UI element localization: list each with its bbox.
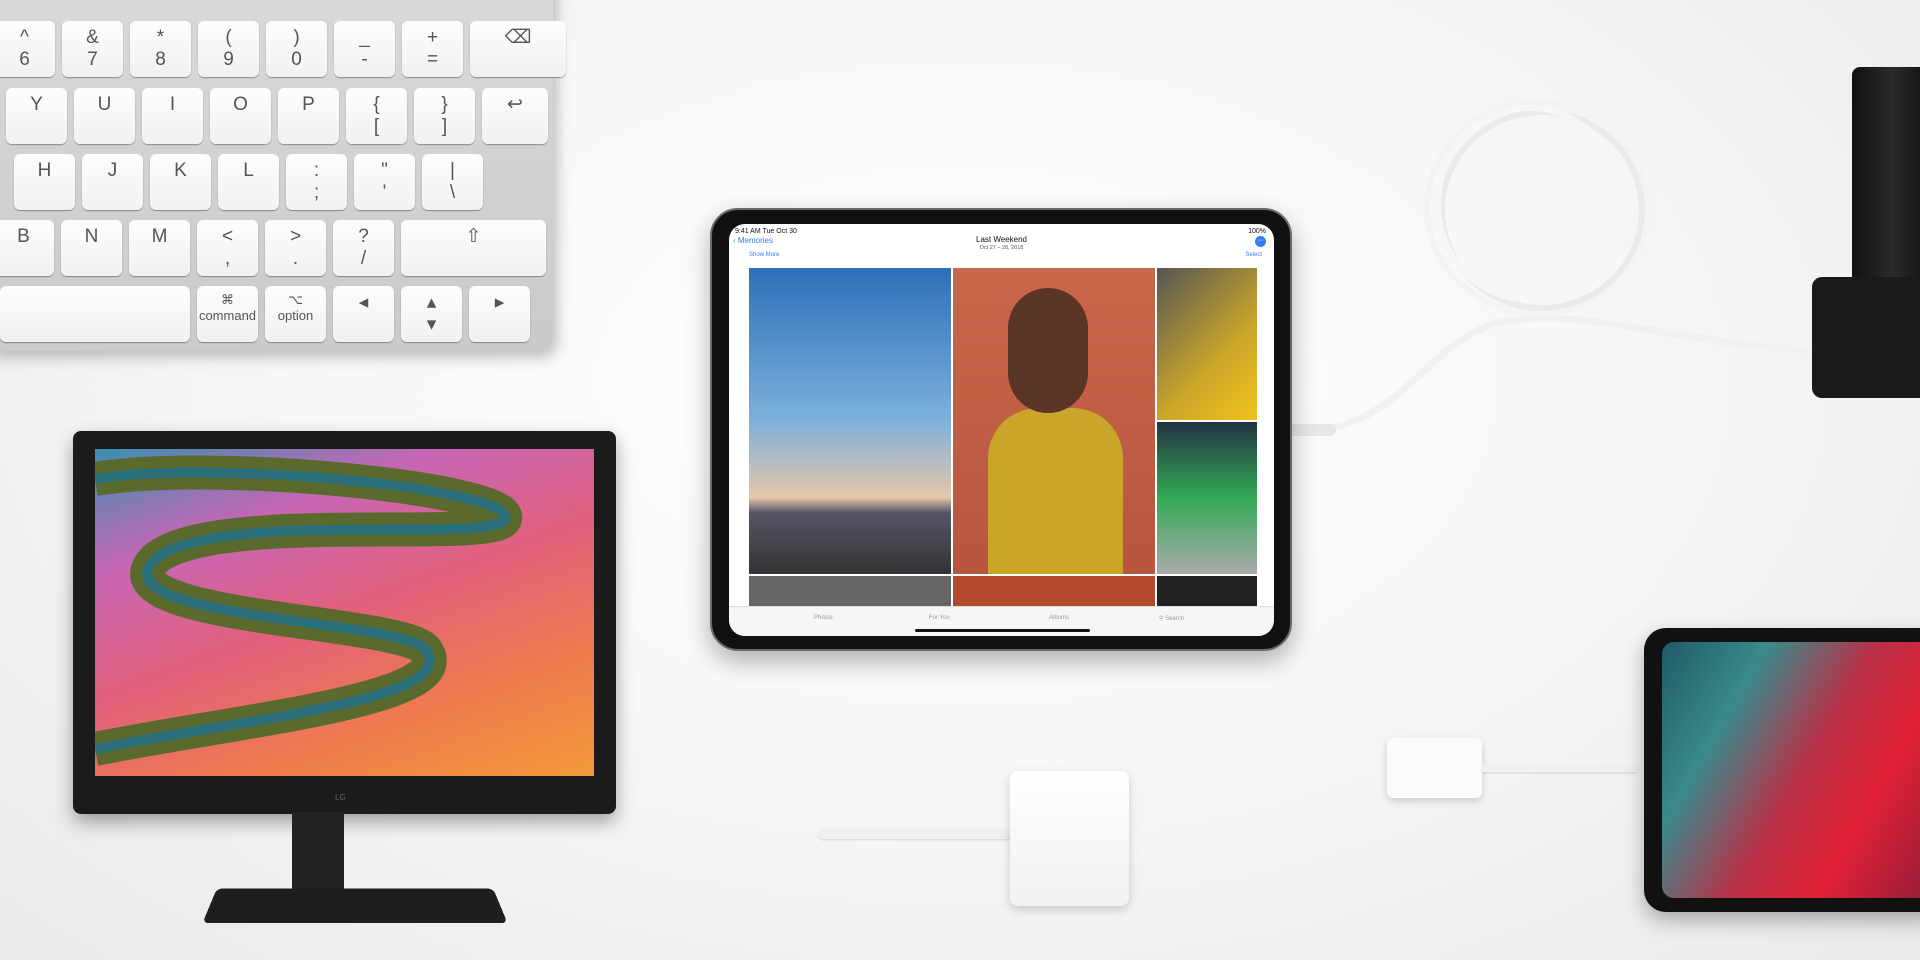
- key[interactable]: & 7: [62, 21, 123, 77]
- key[interactable]: B: [0, 220, 54, 276]
- key[interactable]: U: [74, 88, 135, 144]
- tab-search[interactable]: ⚲ Search: [1159, 615, 1184, 622]
- more-icon[interactable]: ···: [1255, 236, 1266, 247]
- key[interactable]: H: [14, 154, 75, 210]
- ipad-screen: 9:41 AM Tue Oct 30 100% ‹ Memories Last …: [729, 224, 1274, 636]
- monitor-screen-wallpaper: [95, 449, 594, 776]
- ipad-pro: 9:41 AM Tue Oct 30 100% ‹ Memories Last …: [710, 208, 1292, 651]
- page-subtitle: Oct 27 – 28, 2018: [979, 245, 1024, 251]
- photo-yellow-car[interactable]: [1157, 268, 1257, 420]
- tab-photos[interactable]: Photos: [814, 615, 833, 621]
- key[interactable]: | \: [422, 154, 483, 210]
- key[interactable]: M: [129, 220, 190, 276]
- key[interactable]: > .: [265, 220, 326, 276]
- key[interactable]: [0, 286, 190, 342]
- key[interactable]: N: [61, 220, 122, 276]
- tab-for-you[interactable]: For You: [929, 615, 950, 621]
- key[interactable]: _ -: [334, 21, 395, 77]
- key[interactable]: ↩: [482, 88, 548, 144]
- photo-wall-plants[interactable]: [1157, 422, 1257, 574]
- key[interactable]: { [: [346, 88, 407, 144]
- photo-city-sky[interactable]: [749, 268, 951, 574]
- adapter-cable: [818, 829, 1013, 839]
- key[interactable]: ) 0: [266, 21, 327, 77]
- key[interactable]: ⌫: [470, 21, 566, 77]
- photo-thumb[interactable]: [953, 576, 1155, 606]
- tab-albums[interactable]: Albums: [1049, 615, 1069, 621]
- page-title: Last Weekend: [976, 235, 1027, 244]
- key[interactable]: P: [278, 88, 339, 144]
- key[interactable]: O: [210, 88, 271, 144]
- key[interactable]: ⌘ command: [197, 286, 258, 342]
- key[interactable]: ▸: [469, 286, 530, 342]
- key[interactable]: ◂: [333, 286, 394, 342]
- usb-c-digital-av-adapter: [1010, 771, 1129, 906]
- ipad-wallpaper: [1662, 642, 1920, 898]
- keyboard: ^ 6 & 7 * 8( 9) 0 _ - + = ⌫ Y U I O P{ [} ] ↩ H J K L: …: [0, 0, 566, 351]
- key[interactable]: I: [142, 88, 203, 144]
- key[interactable]: J: [82, 154, 143, 210]
- key[interactable]: L: [218, 154, 279, 210]
- key[interactable]: ? /: [333, 220, 394, 276]
- camera: [1812, 67, 1920, 398]
- ipad-pro-secondary: [1644, 628, 1920, 912]
- key[interactable]: Y: [6, 88, 67, 144]
- tab-bar: Photos For You Albums ⚲ Search: [729, 606, 1274, 636]
- key[interactable]: ^ 6: [0, 21, 55, 77]
- select-button[interactable]: Select: [1245, 252, 1262, 258]
- photo-thumb[interactable]: [749, 576, 951, 606]
- status-battery: 100%: [1248, 228, 1266, 235]
- key[interactable]: ( 9: [198, 21, 259, 77]
- key[interactable]: " ': [354, 154, 415, 210]
- photo-woman-portrait[interactable]: [953, 268, 1155, 574]
- key[interactable]: ⌥ option: [265, 286, 326, 342]
- usb-c-cable: [1290, 99, 1813, 436]
- key[interactable]: < ,: [197, 220, 258, 276]
- monitor-stand-base: [202, 888, 508, 924]
- key[interactable]: * 8: [130, 21, 191, 77]
- key[interactable]: + =: [402, 21, 463, 77]
- key[interactable]: K: [150, 154, 211, 210]
- key[interactable]: } ]: [414, 88, 475, 144]
- key[interactable]: : ;: [286, 154, 347, 210]
- status-time: 9:41 AM Tue Oct 30: [735, 228, 797, 235]
- show-more-link[interactable]: Show More: [749, 252, 779, 258]
- key[interactable]: ⇧: [401, 220, 546, 276]
- sd-card-reader: [1387, 738, 1482, 798]
- monitor: LG: [73, 431, 616, 814]
- sd-reader-cable: [1482, 765, 1637, 772]
- key[interactable]: ▴ ▾: [401, 286, 462, 342]
- photo-thumb[interactable]: [1157, 576, 1257, 606]
- monitor-logo: LG: [335, 793, 346, 802]
- home-indicator: [915, 629, 1090, 632]
